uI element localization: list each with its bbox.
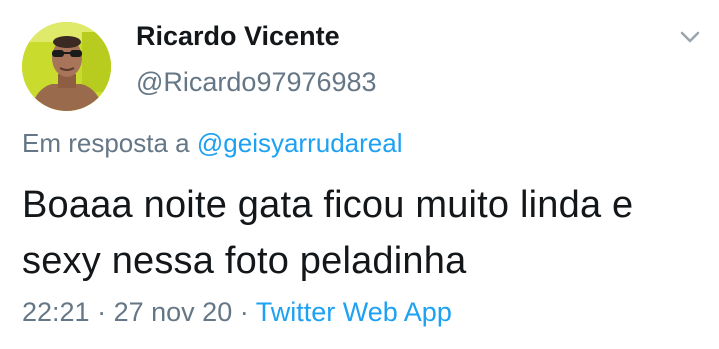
tweet-time[interactable]: 22:21 [22, 297, 90, 327]
meta-separator: · [239, 297, 249, 327]
tweet-card: Ricardo Vicente @Ricardo97976983 Em resp… [0, 0, 719, 349]
meta-separator: · [97, 297, 107, 327]
chevron-down-icon-graphic [680, 31, 700, 43]
tweet-meta: 22:21 · 27 nov 20 · Twitter Web App [22, 296, 452, 328]
reply-mention-link[interactable]: @geisyarrudareal [197, 128, 403, 158]
reply-prefix: Em resposta a [22, 128, 190, 158]
author-display-name[interactable]: Ricardo Vicente [136, 20, 340, 52]
reply-context: Em resposta a @geisyarrudareal [22, 128, 402, 159]
tweet-text: Boaaa noite gata ficou muito linda e sex… [22, 184, 634, 282]
avatar-photo [22, 22, 111, 111]
avatar[interactable] [22, 22, 111, 111]
chevron-down-icon[interactable] [676, 26, 704, 48]
tweet-date[interactable]: 27 nov 20 [114, 297, 233, 327]
tweet-source-link[interactable]: Twitter Web App [256, 297, 452, 327]
author-handle[interactable]: @Ricardo97976983 [136, 66, 377, 98]
